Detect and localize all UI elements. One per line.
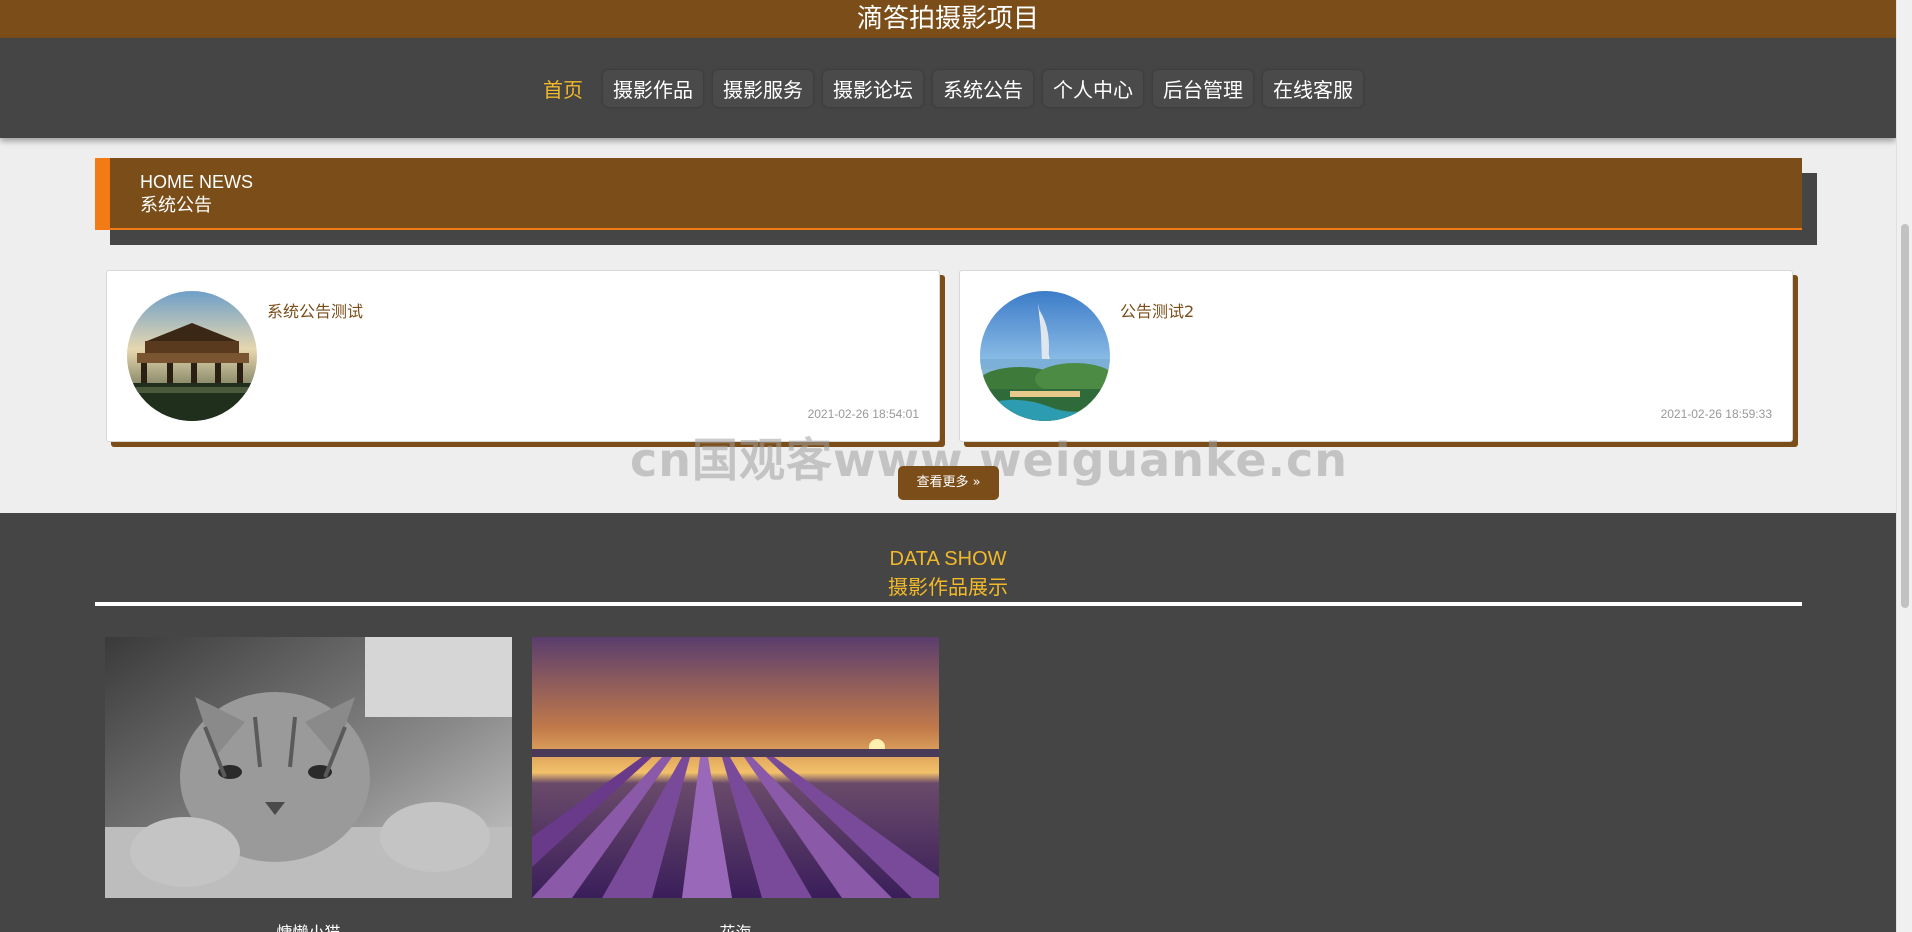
view-more-label: 查看更多 [916,475,969,490]
news-heading-en: HOME NEWS [140,172,254,192]
view-more-button[interactable]: 查看更多 » [898,466,999,500]
news-thumbnail-bridge[interactable] [127,291,257,421]
news-section-header: HOME NEWS 系统公告 [95,158,1817,246]
nav-item-admin[interactable]: 后台管理 [1153,69,1253,107]
nav-item-support[interactable]: 在线客服 [1263,69,1363,107]
double-chevron-right-icon: » [972,475,981,490]
nav-item-label: 摄影论坛 [833,77,913,102]
nav-item-label: 后台管理 [1163,77,1243,102]
photo-caption: 花海 [532,919,939,932]
nav-item-label: 个人中心 [1053,77,1133,102]
data-show-heading: DATA SHOW 摄影作品展示 [0,545,1896,601]
nav-item-label: 在线客服 [1273,77,1353,102]
nav-item-label: 系统公告 [943,77,1023,102]
page-scrollbar[interactable] [1896,0,1912,932]
news-card[interactable]: 系统公告测试 2021-02-26 18:54:01 [106,270,940,442]
photo-cat[interactable] [105,637,512,898]
nav-item-label: 摄影作品 [613,77,693,102]
nav-item-profile[interactable]: 个人中心 [1043,69,1143,107]
news-header-banner: HOME NEWS 系统公告 [95,158,1802,230]
nav-item-label: 摄影服务 [723,77,803,102]
data-show-heading-cn: 摄影作品展示 [888,575,1008,599]
scrollbar-thumb[interactable] [1901,224,1909,608]
news-heading-cn: 系统公告 [140,195,212,216]
data-show-section: DATA SHOW 摄影作品展示 慵懒小猫 [0,513,1896,932]
news-card-time: 2021-02-26 18:54:01 [807,407,919,421]
main-nav: 首页 摄影作品 摄影服务 摄影论坛 系统公告 个人中心 后台管理 在线客服 [0,38,1896,138]
news-thumbnail-tower[interactable] [980,291,1110,421]
news-card-title[interactable]: 系统公告测试 [267,298,363,322]
photo-lavender[interactable] [532,637,939,898]
section-divider [95,602,1802,606]
news-card[interactable]: 公告测试2 2021-02-26 18:59:33 [959,270,1793,442]
nav-item-services[interactable]: 摄影服务 [713,69,813,107]
nav-item-home[interactable]: 首页 [533,70,593,107]
nav-item-announcements[interactable]: 系统公告 [933,69,1033,107]
news-card-time: 2021-02-26 18:59:33 [1660,407,1772,421]
nav-item-label: 首页 [543,77,583,102]
nav-item-forum[interactable]: 摄影论坛 [823,69,923,107]
site-title: 滴答拍摄影项目 [856,4,1039,34]
news-card-title[interactable]: 公告测试2 [1120,298,1194,322]
site-header: 滴答拍摄影项目 [0,0,1896,38]
nav-item-works[interactable]: 摄影作品 [603,69,703,107]
data-show-heading-en: DATA SHOW [889,548,1007,570]
photo-caption: 慵懒小猫 [105,919,512,932]
